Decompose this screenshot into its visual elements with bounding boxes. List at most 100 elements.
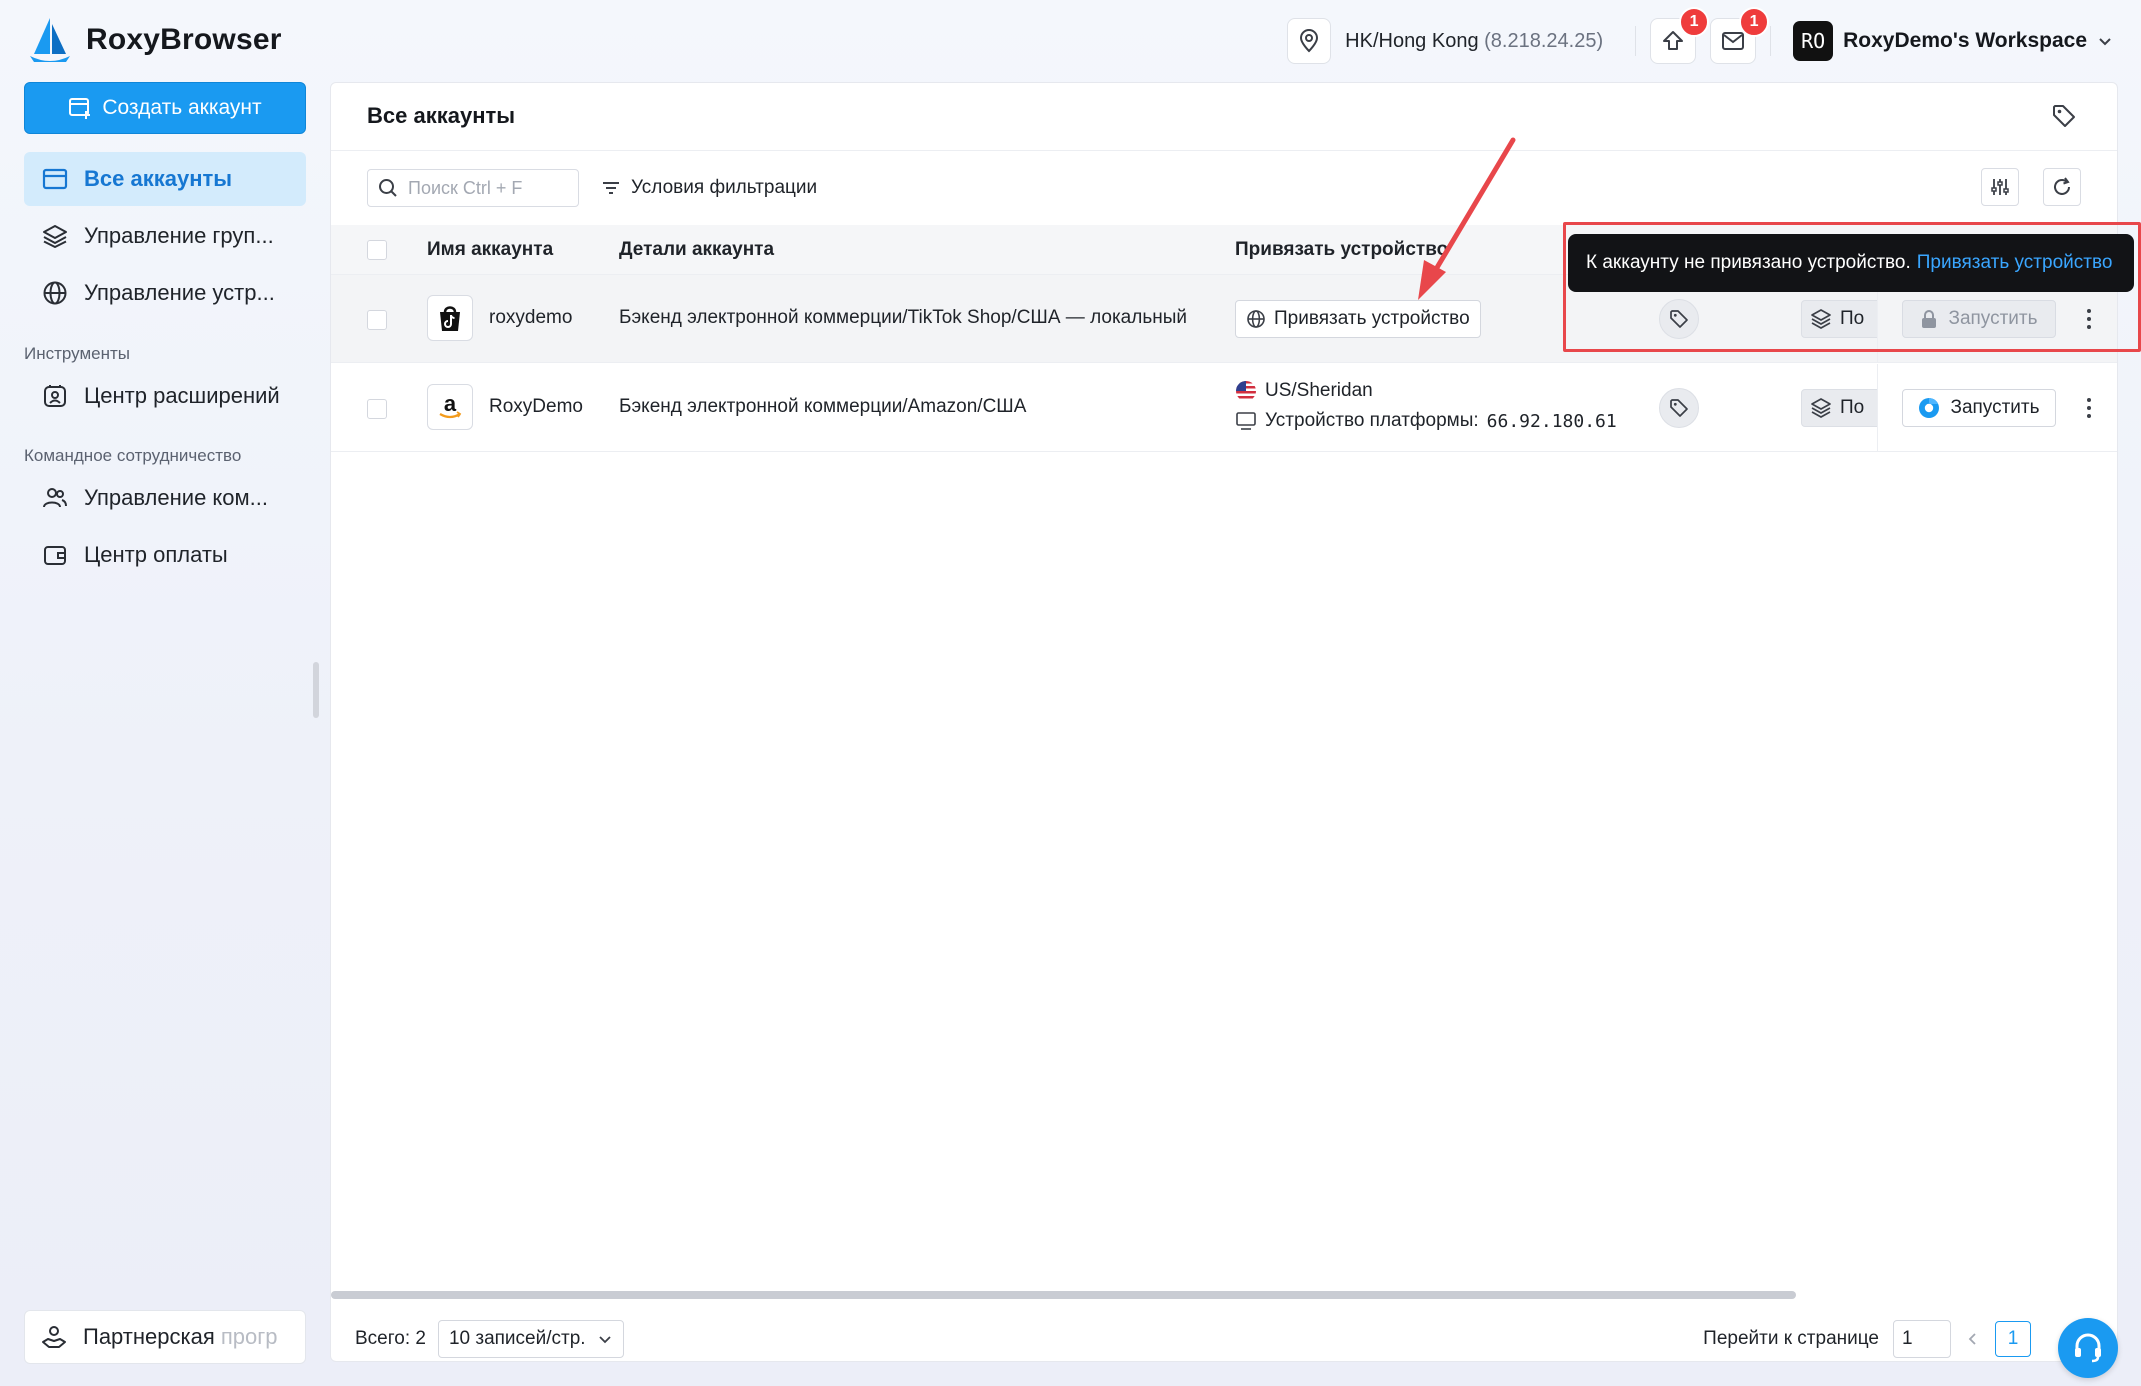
add-tag-button[interactable] — [1659, 388, 1699, 428]
chevron-left-icon[interactable] — [1965, 1331, 1981, 1347]
sidebar-item-groups[interactable]: Управление груп... — [24, 209, 306, 263]
extension-icon — [44, 385, 66, 407]
chevron-down-icon — [599, 1336, 611, 1344]
sidebar-item-all-accounts[interactable]: Все аккаунты — [24, 152, 306, 206]
layers-icon — [43, 225, 67, 248]
tooltip-text: К аккаунту не привязано устройство. — [1586, 252, 1911, 273]
sidebar-scrollbar[interactable] — [313, 662, 319, 718]
sidebar-item-extensions[interactable]: Центр расширений — [24, 369, 306, 423]
page-title: Все аккаунты — [367, 103, 516, 128]
chevron-down-icon — [2099, 38, 2111, 46]
messages-button[interactable]: 1 — [1710, 7, 1770, 64]
account-details: Бэкенд электронной коммерции/Amazon/США — [619, 396, 1027, 417]
select-all-checkbox[interactable] — [367, 240, 387, 260]
topbar-right: HK/Hong Kong (8.218.24.25) 1 1 RO RoxyDe… — [1287, 7, 2113, 66]
partner-label: Партнерская прогр — [83, 1324, 278, 1350]
sliders-icon — [1991, 179, 2009, 195]
refresh-button[interactable] — [2043, 168, 2081, 206]
sidebar-item-devices[interactable]: Управление устр... — [24, 266, 306, 320]
group-chip[interactable]: По — [1801, 300, 1881, 338]
column-header-name: Имя аккаунта — [427, 239, 554, 260]
divider — [1770, 26, 1772, 56]
horizontal-scrollbar[interactable] — [331, 1291, 1796, 1299]
device-info: Устройство платформы: 66.92.180.61 — [1235, 410, 1617, 432]
goto-page-value: 1 — [1902, 1328, 1913, 1349]
wallet-icon — [44, 546, 66, 565]
pagination-left: Всего: 2 10 записей/стр. — [355, 1320, 624, 1358]
upload-button[interactable]: 1 — [1650, 7, 1710, 64]
add-window-icon — [69, 98, 91, 119]
browser-window-icon — [42, 168, 68, 190]
support-chat-button[interactable] — [2058, 1318, 2118, 1378]
table-row[interactable]: a RoxyDemo Бэкенд электронной коммерции/… — [331, 364, 2117, 452]
location-pin-icon — [1300, 29, 1319, 53]
tag-icon — [1670, 399, 1688, 417]
page-1-button[interactable]: 1 — [1995, 1321, 2031, 1357]
amazon-icon: a — [439, 391, 462, 419]
tools-section-title: Инструменты — [24, 344, 131, 363]
sidebar-item-team[interactable]: Управление ком... — [24, 471, 306, 525]
panel-header: Все аккаунты — [331, 83, 2117, 151]
launch-button-disabled[interactable]: Запустить — [1902, 300, 2056, 338]
add-tag-button[interactable] — [1659, 299, 1699, 339]
location-name: HK/Hong Kong — [1345, 29, 1479, 52]
pagination-right: Перейти к странице 1 1 — [1703, 1320, 2031, 1358]
page-size-select[interactable]: 10 записей/стр. — [437, 1320, 624, 1358]
device-location-text: US/Sheridan — [1265, 380, 1373, 401]
page-size-value: 10 записей/стр. — [448, 1328, 586, 1349]
total-count: Всего: 2 — [355, 1328, 426, 1349]
group-chip[interactable]: По — [1801, 389, 1881, 427]
group-chip-label: По — [1840, 397, 1865, 418]
tag-manager-button[interactable] — [2051, 103, 2077, 129]
current-location: HK/Hong Kong (8.218.24.25) — [1345, 30, 1603, 53]
globe-icon — [43, 281, 67, 305]
row-checkbox[interactable] — [367, 399, 387, 419]
column-header-details: Детали аккаунта — [619, 239, 775, 260]
lock-icon — [1922, 310, 1937, 328]
app-name: RoxyBrowser — [86, 23, 282, 56]
workspace-switcher[interactable]: RO RoxyDemo's Workspace — [1793, 21, 2113, 61]
team-icon — [43, 488, 67, 508]
upload-icon — [1663, 31, 1684, 50]
bind-device-label: Привязать устройство — [1274, 308, 1470, 329]
location-ip: (8.218.24.25) — [1484, 29, 1604, 52]
team-section-title: Командное сотрудничество — [24, 446, 242, 465]
account-details: Бэкенд электронной коммерции/TikTok Shop… — [619, 307, 1187, 328]
filter-conditions-button[interactable]: Условия фильтрации — [601, 169, 817, 207]
upload-badge: 1 — [1679, 7, 1710, 37]
goto-page-input[interactable]: 1 — [1893, 1320, 1951, 1358]
sidebar-item-label: Центр оплаты — [84, 542, 228, 567]
partner-label-text: Партнерская — [83, 1324, 221, 1349]
tiktok-shop-icon — [440, 306, 460, 331]
more-actions-icon[interactable] — [2084, 309, 2094, 329]
search-placeholder: Поиск Ctrl + F — [408, 177, 523, 198]
sidebar-item-label: Управление груп... — [84, 223, 274, 248]
launch-button[interactable]: Запустить — [1902, 389, 2056, 427]
bind-device-button[interactable]: Привязать устройство — [1235, 300, 1481, 338]
tag-icon — [1670, 310, 1688, 328]
create-account-button[interactable]: Создать аккаунт — [24, 82, 306, 134]
workspace-avatar: RO — [1793, 21, 1834, 61]
globe-icon — [1247, 310, 1265, 328]
no-device-tooltip: К аккаунту не привязано устройство. Прив… — [1568, 234, 2134, 292]
mail-icon — [1722, 32, 1745, 50]
messages-badge: 1 — [1739, 7, 1770, 37]
monitor-icon — [1236, 412, 1256, 430]
us-flag-icon — [1236, 381, 1256, 401]
sidebar-item-billing[interactable]: Центр оплаты — [24, 528, 306, 582]
row-checkbox[interactable] — [367, 310, 387, 330]
partner-handshake-icon — [42, 1326, 66, 1348]
launch-label: Запустить — [1950, 397, 2040, 418]
partner-label-faded: прогр — [220, 1324, 278, 1349]
search-input[interactable]: Поиск Ctrl + F — [367, 169, 579, 207]
tooltip-bind-device-link[interactable]: Привязать устройство — [1917, 252, 2113, 274]
group-chip-label: По — [1840, 308, 1865, 329]
sidebar-item-partner-program[interactable]: Партнерская прогр — [24, 1310, 306, 1364]
location-button[interactable] — [1287, 18, 1332, 64]
column-settings-button[interactable] — [1981, 168, 2019, 206]
launch-label: Запустить — [1948, 308, 2038, 329]
tag-icon — [2053, 105, 2075, 127]
layers-icon — [1811, 398, 1831, 418]
app-logo: RoxyBrowser — [28, 16, 282, 64]
more-actions-icon[interactable] — [2084, 398, 2094, 418]
